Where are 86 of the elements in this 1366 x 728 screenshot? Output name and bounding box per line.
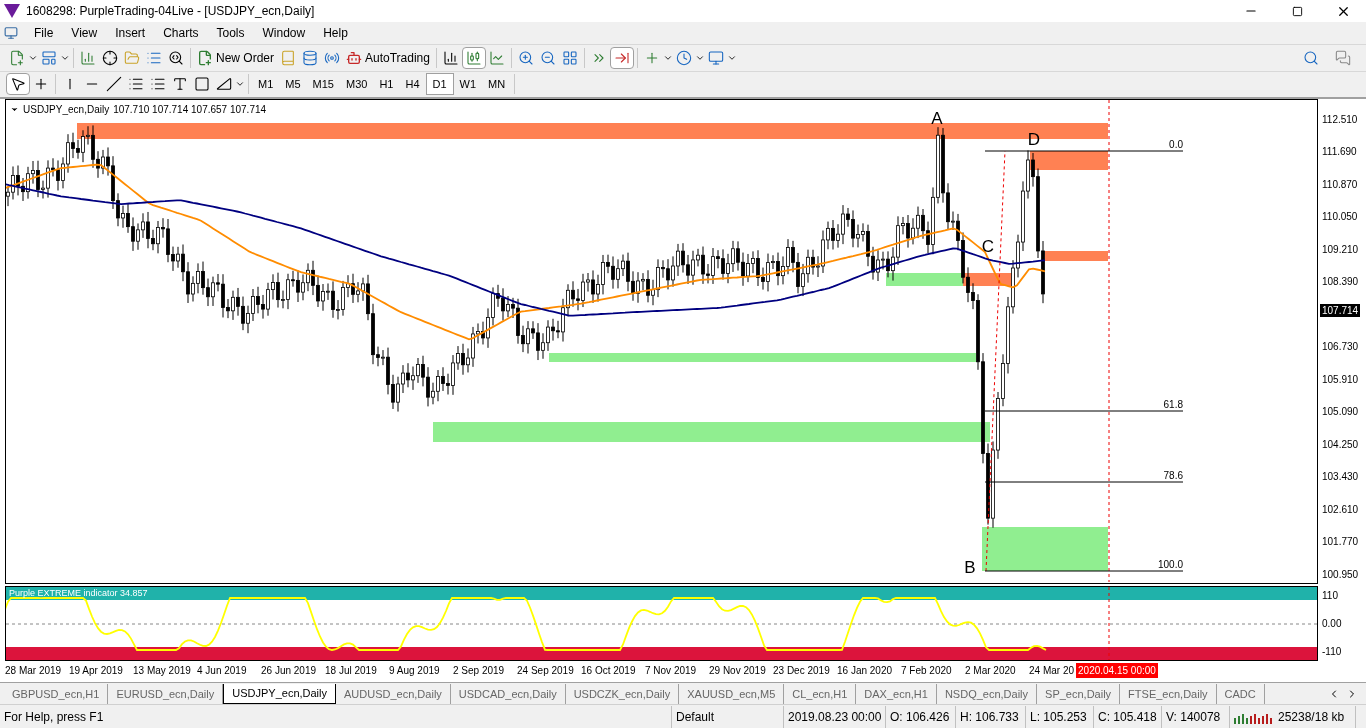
indicator-label: Purple EXTREME indicator 34.857: [9, 586, 148, 599]
current-price-label: 107.714: [1320, 303, 1361, 317]
menu-item[interactable]: View: [63, 23, 106, 43]
status-text: C: 105.418: [1098, 708, 1157, 726]
status-text: H: 106.733: [960, 708, 1019, 726]
status-text: Default: [676, 708, 715, 726]
date-axis-label: 29 Nov 2019: [709, 664, 767, 679]
price-axis-label: 110.870: [1322, 177, 1359, 192]
menu-item[interactable]: File: [26, 23, 62, 43]
chart-tab[interactable]: USDCAD_ecn,Daily: [450, 684, 566, 705]
fibonacci-level-label: 100.0: [1157, 558, 1183, 570]
price-axis-label: 105.910: [1322, 372, 1360, 387]
price-axis-label: 108.390: [1322, 275, 1360, 290]
price-axis-label: 102.610: [1322, 502, 1360, 517]
price-axis-label: 106.730: [1322, 340, 1360, 355]
chart-tab[interactable]: GBPUSD_ecn,H1: [4, 684, 109, 705]
price-axis-label: 110.050: [1322, 210, 1359, 225]
date-axis-label: 18 Jul 2019: [325, 664, 378, 679]
window-title: 1608298: PurpleTrading-04Live - [USDJPY_ecn,Daily]: [26, 3, 315, 20]
fibonacci-level-label: 78.6: [1163, 469, 1183, 481]
price-axis-label: 104.250: [1322, 437, 1360, 452]
menu-item[interactable]: Tools: [208, 23, 253, 43]
timeframe-button[interactable]: M1: [252, 73, 280, 96]
price-axis-label: 109.210: [1322, 242, 1360, 257]
chart-tab[interactable]: CL_ecn,H1: [784, 684, 857, 705]
date-axis-label: 24 Sep 2019: [517, 664, 575, 679]
date-axis-label: 2 Mar 2020: [965, 664, 1017, 679]
date-axis-label: 2 Sep 2019: [453, 664, 506, 679]
menu-item[interactable]: Insert: [107, 23, 154, 43]
price-axis-label: 101.770: [1322, 535, 1360, 550]
date-axis-label: 9 Aug 2019: [389, 664, 441, 679]
timeframe-button[interactable]: M30: [339, 73, 374, 96]
status-text: For Help, press F1: [4, 708, 104, 726]
fibonacci-level-label: 61.8: [1163, 398, 1183, 410]
wave-label: C: [981, 236, 995, 256]
status-text: V: 140078: [1166, 708, 1221, 726]
date-axis-label: 19 Apr 2019: [69, 664, 124, 679]
wave-label: B: [964, 557, 976, 577]
price-axis-label: 112.510: [1322, 112, 1359, 127]
chart-tab[interactable]: USDCZK_ecn,Daily: [565, 684, 680, 705]
chart-tab[interactable]: FTSE_ecn,Daily: [1120, 684, 1217, 705]
price-axis-label: 111.690: [1322, 145, 1358, 160]
indicator-axis-label: -110: [1322, 644, 1343, 659]
chart-symbol: USDJPY_ecn,Daily: [23, 102, 110, 117]
timeframe-button[interactable]: H1: [373, 73, 400, 96]
chart-tab[interactable]: SP_ecn,Daily: [1037, 684, 1121, 705]
auto-trading-button[interactable]: AutoTrading: [343, 46, 433, 69]
chart-tab[interactable]: DAX_ecn,H1: [856, 684, 937, 705]
chart-tab[interactable]: NSDQ_ecn,Daily: [936, 684, 1038, 705]
price-axis-label: 100.950: [1322, 567, 1360, 582]
chart-tab[interactable]: XAUUSD_ecn,M5: [679, 684, 785, 705]
menu-item[interactable]: Help: [315, 23, 356, 43]
status-text: O: 106.426: [890, 708, 950, 726]
fibonacci-level-label: 0.0: [1169, 138, 1183, 150]
date-axis-label: 16 Jan 2020: [837, 664, 894, 679]
date-axis-label: 7 Feb 2020: [901, 664, 953, 679]
date-axis-label: 16 Oct 2019: [581, 664, 637, 679]
cursor-time-label: 2020.04.15 00:00: [1076, 663, 1158, 679]
timeframe-button[interactable]: W1: [453, 73, 483, 96]
status-text: 2019.08.23 00:00: [788, 708, 882, 726]
chart-tab[interactable]: USDJPY_ecn,Daily: [223, 684, 336, 705]
new-order-button[interactable]: New Order: [194, 46, 277, 69]
indicator-axis-label: 0.00: [1322, 616, 1343, 631]
timeframe-button[interactable]: M15: [306, 73, 340, 96]
status-text: 25238/18 kb: [1278, 708, 1345, 726]
price-axis-label: 105.090: [1322, 405, 1360, 420]
indicator-axis-label: 110: [1322, 588, 1339, 603]
date-axis-label: 24 Mar 20: [1029, 664, 1076, 679]
wave-label: A: [931, 108, 943, 128]
timeframe-button[interactable]: M5: [279, 73, 307, 96]
date-axis-label: 4 Jun 2019: [197, 664, 248, 679]
status-text: L: 105.253: [1030, 708, 1087, 726]
timeframe-button[interactable]: D1: [425, 73, 454, 96]
menu-item[interactable]: Window: [254, 23, 314, 43]
ohlc-values: 107.710 107.714 107.657 107.714: [113, 102, 267, 117]
timeframe-button[interactable]: MN: [482, 73, 512, 96]
date-axis-label: 7 Nov 2019: [645, 664, 698, 679]
price-axis-label: 103.430: [1322, 470, 1360, 485]
menu-item[interactable]: Charts: [155, 23, 207, 43]
chart-tab[interactable]: AUDUSD_ecn,Daily: [336, 684, 451, 705]
timeframe-button[interactable]: H4: [399, 73, 426, 96]
date-axis-label: 26 Jun 2019: [261, 664, 318, 679]
date-axis-label: 28 Mar 2019: [5, 664, 63, 679]
date-axis-label: 23 Dec 2019: [773, 664, 831, 679]
date-axis-label: 13 May 2019: [133, 664, 192, 679]
chart-tab[interactable]: CADC: [1216, 684, 1265, 705]
